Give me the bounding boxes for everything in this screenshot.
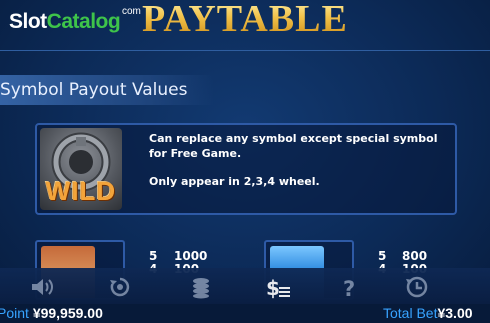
help-icon[interactable]: ? — [337, 275, 363, 301]
section-title: Symbol Payout Values — [0, 80, 188, 100]
header-divider — [0, 50, 490, 51]
paytable-icon[interactable]: $ — [266, 275, 292, 300]
logo-catalog-text: Catalog — [46, 10, 121, 33]
point-group: Point ¥99,959.00 — [0, 305, 103, 321]
logo-com-text: com — [122, 6, 141, 17]
wild-desc-line2: Only appear in 2,3,4 wheel. — [149, 175, 320, 188]
coins-icon[interactable] — [188, 275, 214, 299]
hero-pay-count-1: 5 — [149, 249, 158, 263]
svg-text:$: $ — [266, 276, 280, 299]
history-icon[interactable] — [404, 275, 430, 299]
wild-symbol-icon: WILD — [40, 128, 122, 210]
point-value: ¥99,959.00 — [32, 305, 103, 321]
total-bet-value: ¥3.00 — [437, 305, 473, 321]
total-bet-label: Total Bet — [383, 305, 438, 321]
gun-pay-value-1: 800 — [402, 249, 428, 263]
wild-desc-line1: Can replace any symbol except special sy… — [149, 132, 438, 160]
svg-text:?: ? — [343, 277, 355, 299]
wild-description: Can replace any symbol except special sy… — [149, 131, 449, 202]
header: SlotCatalog com PAYTABLE — [0, 0, 490, 44]
hero-pay-value-1: 1000 — [174, 249, 208, 263]
total-bet-group: Total Bet¥3.00 — [383, 305, 473, 321]
autoplay-icon[interactable] — [107, 275, 133, 299]
status-bar: Point ¥99,959.00 Total Bet¥3.00 — [0, 304, 490, 323]
paytable-title: PAYTABLE — [142, 0, 348, 41]
point-label: Point — [0, 305, 29, 321]
logo-slot-text: Slot — [9, 10, 47, 33]
gun-pay-count-1: 5 — [378, 249, 387, 263]
wild-panel: WILD Can replace any symbol except speci… — [35, 123, 457, 215]
slotcatalog-logo: SlotCatalog — [9, 10, 121, 34]
bottom-toolbar: $ ? — [0, 268, 490, 304]
speaker-icon[interactable] — [29, 275, 55, 299]
section-title-banner: Symbol Payout Values — [0, 75, 214, 105]
wild-label: WILD — [45, 176, 117, 206]
